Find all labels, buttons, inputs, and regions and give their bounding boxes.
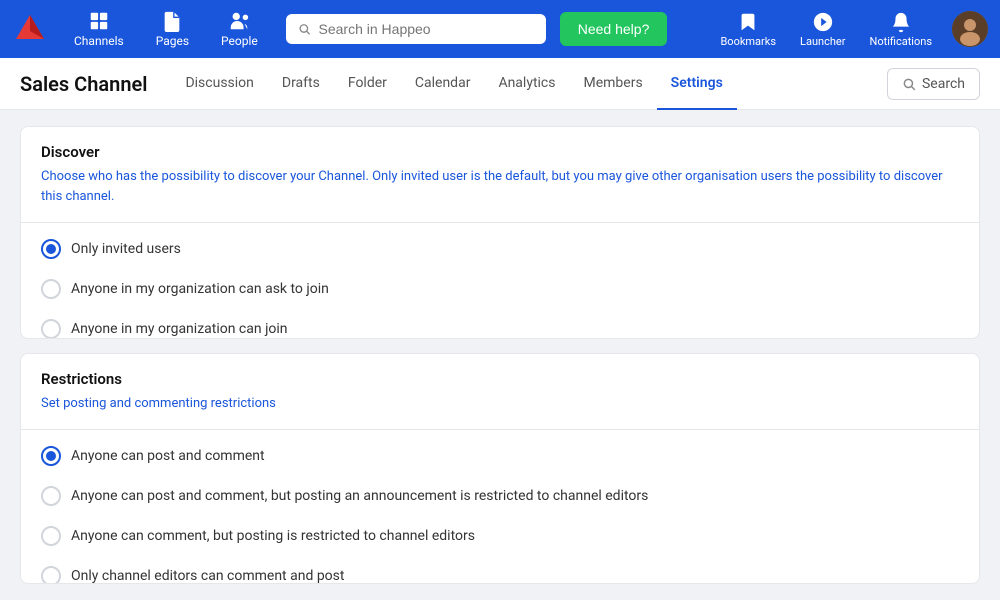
restrictions-options: Anyone can post and comment Anyone can p…	[21, 430, 979, 584]
restrictions-description: Set posting and commenting restrictions	[41, 394, 959, 414]
nav-item-bookmarks[interactable]: Bookmarks	[710, 5, 786, 54]
nav-item-pages[interactable]: Pages	[142, 4, 203, 54]
bookmarks-icon	[737, 11, 759, 33]
tab-discussion[interactable]: Discussion	[171, 58, 267, 110]
pages-label: Pages	[156, 34, 189, 48]
search-input[interactable]	[319, 21, 534, 37]
content-area: Discover Choose who has the possibility …	[0, 110, 1000, 600]
tab-settings[interactable]: Settings	[657, 58, 737, 110]
tab-members[interactable]: Members	[569, 58, 656, 110]
need-help-button[interactable]: Need help?	[560, 12, 668, 46]
restrictions-option-restricted-posting[interactable]: Anyone can comment, but posting is restr…	[21, 516, 979, 556]
discover-option-ask-join[interactable]: Anyone in my organization can ask to joi…	[21, 269, 979, 309]
restrictions-option-restricted-announcement-label: Anyone can post and comment, but posting…	[71, 488, 648, 504]
restrictions-option-editors-only[interactable]: Only channel editors can comment and pos…	[21, 556, 979, 584]
radio-restricted-announcement[interactable]	[41, 486, 61, 506]
radio-restricted-posting[interactable]	[41, 526, 61, 546]
radio-anyone-join[interactable]	[41, 319, 61, 339]
restrictions-title: Restrictions	[41, 370, 959, 388]
app-logo[interactable]	[12, 11, 48, 47]
radio-editors-only[interactable]	[41, 566, 61, 584]
sub-search-label: Search	[922, 76, 965, 92]
channels-icon	[88, 10, 110, 32]
top-nav: Channels Pages People Need help? Bookmar…	[0, 0, 1000, 58]
discover-card: Discover Choose who has the possibility …	[20, 126, 980, 339]
discover-option-only-invited[interactable]: Only invited users	[21, 229, 979, 269]
discover-option-anyone-join[interactable]: Anyone in my organization can join	[21, 309, 979, 339]
radio-only-invited[interactable]	[41, 239, 61, 259]
notifications-icon	[890, 11, 912, 33]
tab-calendar[interactable]: Calendar	[401, 58, 485, 110]
discover-option-only-invited-label: Only invited users	[71, 241, 181, 257]
search-icon	[298, 22, 311, 36]
discover-card-header: Discover Choose who has the possibility …	[21, 127, 979, 223]
nav-item-notifications[interactable]: Notifications	[859, 5, 942, 54]
avatar[interactable]	[952, 11, 988, 47]
nav-item-people[interactable]: People	[207, 4, 272, 54]
launcher-label: Launcher	[800, 35, 845, 48]
restrictions-card: Restrictions Set posting and commenting …	[20, 353, 980, 584]
restrictions-option-anyone-post[interactable]: Anyone can post and comment	[21, 436, 979, 476]
people-icon	[228, 10, 250, 32]
radio-anyone-post[interactable]	[41, 446, 61, 466]
restrictions-option-restricted-posting-label: Anyone can comment, but posting is restr…	[71, 528, 475, 544]
nav-item-launcher[interactable]: Launcher	[790, 5, 855, 54]
notifications-label: Notifications	[869, 35, 932, 48]
restrictions-option-editors-only-label: Only channel editors can comment and pos…	[71, 568, 344, 584]
avatar-image	[952, 11, 988, 47]
bookmarks-label: Bookmarks	[720, 35, 776, 48]
restrictions-option-anyone-post-label: Anyone can post and comment	[71, 448, 265, 464]
launcher-icon	[812, 11, 834, 33]
page-title: Sales Channel	[20, 72, 147, 96]
discover-title: Discover	[41, 143, 959, 161]
restrictions-card-header: Restrictions Set posting and commenting …	[21, 354, 979, 431]
sub-nav: Sales Channel Discussion Drafts Folder C…	[0, 58, 1000, 110]
restrictions-option-restricted-announcement[interactable]: Anyone can post and comment, but posting…	[21, 476, 979, 516]
nav-item-channels[interactable]: Channels	[60, 4, 138, 54]
tab-folder[interactable]: Folder	[334, 58, 401, 110]
pages-icon	[161, 10, 183, 32]
search-bar[interactable]	[286, 14, 546, 44]
tab-bar: Discussion Drafts Folder Calendar Analyt…	[171, 58, 887, 110]
tab-analytics[interactable]: Analytics	[484, 58, 569, 110]
discover-description: Choose who has the possibility to discov…	[41, 167, 959, 206]
channels-label: Channels	[74, 34, 124, 48]
discover-options: Only invited users Anyone in my organiza…	[21, 223, 979, 339]
discover-option-ask-join-label: Anyone in my organization can ask to joi…	[71, 281, 329, 297]
sub-search-icon	[902, 77, 916, 91]
radio-ask-join[interactable]	[41, 279, 61, 299]
discover-option-anyone-join-label: Anyone in my organization can join	[71, 321, 288, 337]
people-label: People	[221, 34, 258, 48]
sub-nav-search-button[interactable]: Search	[887, 68, 980, 100]
tab-drafts[interactable]: Drafts	[268, 58, 334, 110]
